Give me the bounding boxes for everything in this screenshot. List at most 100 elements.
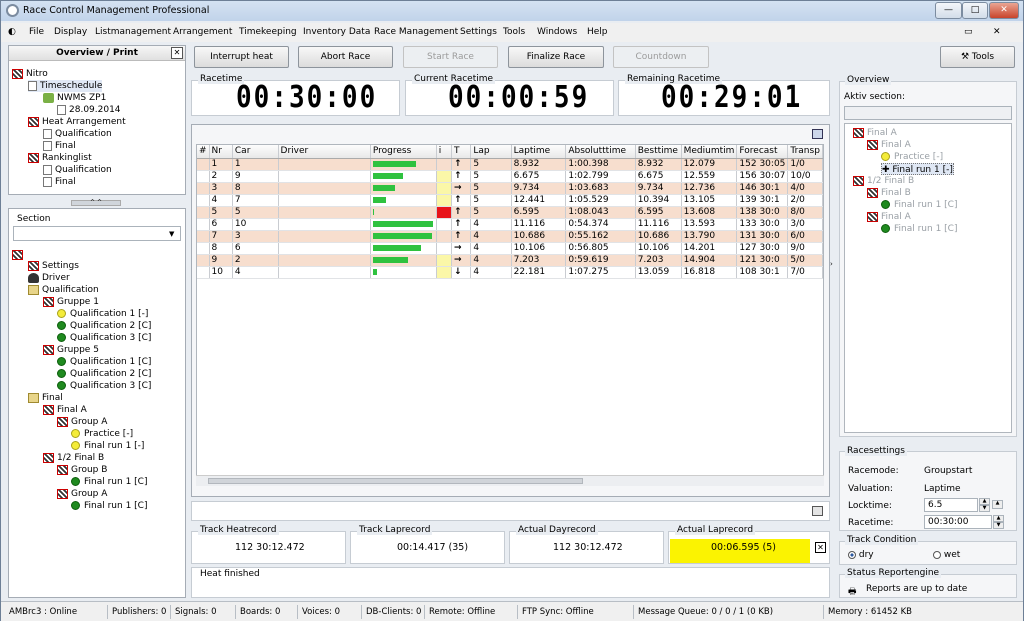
app-menu-icon[interactable]: ◐: [8, 27, 16, 37]
table-row[interactable]: 5 5 ↑ 5 6.595 1:08.043 6.595 13.608 138 30:0 8/0: [197, 206, 823, 219]
table-row[interactable]: 4 7 ↑ 5 12.441 1:05.529 10.394 13.105 139 30:1 2/…: [197, 194, 823, 207]
tree-item-final-a[interactable]: Final A: [43, 404, 87, 416]
ov-tree-final-a2[interactable]: Final A: [867, 211, 911, 223]
column-header[interactable]: Driver: [278, 145, 371, 159]
grid-icon[interactable]: [812, 506, 823, 516]
spin-up-icon[interactable]: ▲: [993, 515, 1004, 522]
tree-item-q3[interactable]: Qualification 3 [C]: [57, 332, 151, 344]
tree-item-qualification[interactable]: Qualification: [28, 284, 99, 296]
ov-tree-final-run1-selected[interactable]: ✚ Final run 1 [-]: [881, 163, 954, 175]
ov-tree-practice[interactable]: Practice [-]: [881, 151, 943, 163]
section-dropdown[interactable]: [13, 226, 181, 241]
racetime-input[interactable]: 00:30:00: [924, 515, 992, 529]
tree-item-rankinglist[interactable]: Rankinglist: [28, 152, 92, 164]
menu-race-management[interactable]: Race Management: [374, 27, 458, 37]
tree-item-group-b[interactable]: Group B: [57, 464, 107, 476]
close-panel-icon[interactable]: ✕: [171, 47, 183, 59]
table-row[interactable]: 9 2 → 4 7.203 0:59.619 7.203 14.904 121 30:0 5/0: [197, 254, 823, 267]
column-header[interactable]: i: [436, 145, 453, 159]
column-header[interactable]: Absolutttime: [565, 145, 636, 159]
tree-item-nitro[interactable]: Nitro: [12, 68, 48, 80]
interrupt-heat-button[interactable]: Interrupt heat: [194, 46, 289, 68]
column-header[interactable]: Besttime: [635, 145, 682, 159]
tree-item-half-final-b[interactable]: 1/2 Final B: [43, 452, 104, 464]
column-header[interactable]: Laptime: [511, 145, 567, 159]
menu-settings[interactable]: Settings: [460, 27, 497, 37]
table-row[interactable]: 10 4 ↓ 4 22.181 1:07.275 13.059 16.818 108 30:1 7…: [197, 266, 823, 279]
table-row[interactable]: 6 10 ↑ 4 11.116 0:54.374 11.116 13.593 133 30:0 3…: [197, 218, 823, 231]
tree-item-gruppe1[interactable]: Gruppe 1: [43, 296, 99, 308]
tree-item-date[interactable]: 28.09.2014: [57, 104, 121, 116]
close-window-button[interactable]: ✕: [989, 2, 1019, 19]
tree-item-ranking-final[interactable]: Final: [43, 176, 76, 188]
tree-item-b-final-run1[interactable]: Final run 1 [C]: [71, 476, 147, 488]
menu-arrangement[interactable]: Arrangement: [173, 27, 232, 37]
column-header[interactable]: Car: [232, 145, 279, 159]
scrollbar-thumb[interactable]: [208, 478, 583, 484]
abort-race-button[interactable]: Abort Race: [298, 46, 393, 68]
table-row[interactable]: 1 1 ↑ 5 8.932 1:00.398 8.932 12.079 152 30:05 1/0: [197, 158, 823, 171]
menu-timekeeping[interactable]: Timekeeping: [239, 27, 297, 37]
tree-item-q1[interactable]: Qualification 1 [-]: [57, 308, 148, 320]
column-header[interactable]: Nr: [209, 145, 233, 159]
tree-item-final-run1[interactable]: Final run 1 [-]: [71, 440, 144, 452]
locktime-input[interactable]: 6.5: [924, 498, 978, 512]
tree-item-practice[interactable]: Practice [-]: [71, 428, 133, 440]
column-header[interactable]: Progress: [370, 145, 437, 159]
column-header[interactable]: Lap: [470, 145, 512, 159]
tree-item-final[interactable]: Final: [28, 392, 63, 404]
start-race-button[interactable]: Start Race: [403, 46, 498, 68]
tree-item-timeschedule[interactable]: Timeschedule: [28, 80, 103, 92]
close-icon[interactable]: ✕: [815, 542, 826, 553]
ov-tree-a2-run1[interactable]: Final run 1 [C]: [881, 223, 957, 235]
menu-help[interactable]: Help: [587, 27, 608, 37]
countdown-button[interactable]: Countdown: [613, 46, 709, 68]
collapse-right-icon[interactable]: ›: [830, 260, 837, 272]
column-header[interactable]: Transp: [787, 145, 823, 159]
tree-item-driver[interactable]: Driver: [28, 272, 70, 284]
menu-display[interactable]: Display: [54, 27, 87, 37]
spin-down-icon[interactable]: ▼: [993, 522, 1004, 529]
table-row[interactable]: 7 3 ↑ 4 10.686 0:55.162 10.686 13.790 131 30:0 6/…: [197, 230, 823, 243]
tree-item-q2[interactable]: Qualification 2 [C]: [57, 320, 151, 332]
tree-item-qualification[interactable]: Qualification: [43, 128, 112, 140]
column-settings-icon[interactable]: [812, 129, 823, 139]
finalize-race-button[interactable]: Finalize Race: [508, 46, 604, 68]
tree-item-a-final-run1[interactable]: Final run 1 [C]: [71, 500, 147, 512]
column-header[interactable]: Mediumtim: [681, 145, 738, 159]
splitter-handle[interactable]: ^ ^: [71, 200, 121, 206]
tree-item-heat-arrangement[interactable]: Heat Arrangement: [28, 116, 126, 128]
restore-child-icon[interactable]: ▭: [964, 27, 973, 37]
tree-item-final[interactable]: Final: [43, 140, 76, 152]
spin-extra-icon[interactable]: ▲: [992, 500, 1003, 509]
table-row[interactable]: 3 8 → 5 9.734 1:03.683 9.734 12.736 146 30:1 4/0: [197, 182, 823, 195]
column-header[interactable]: Forecast: [736, 145, 789, 159]
ov-tree-final-a[interactable]: Final A: [853, 127, 897, 139]
tree-item-g5q2[interactable]: Qualification 2 [C]: [57, 368, 151, 380]
tree-item-g5q3[interactable]: Qualification 3 [C]: [57, 380, 151, 392]
ov-tree-half-final-b[interactable]: 1/2 Final B: [853, 175, 914, 187]
column-header[interactable]: #: [197, 145, 210, 159]
close-child-icon[interactable]: ✕: [993, 27, 1001, 37]
tree-item-ranking-qualification[interactable]: Qualification: [43, 164, 112, 176]
maximize-button[interactable]: □: [962, 2, 988, 19]
menu-inventory-data[interactable]: Inventory Data: [303, 27, 370, 37]
menu-tools[interactable]: Tools: [503, 27, 525, 37]
tree-item-group-a[interactable]: Group A: [57, 416, 107, 428]
ov-tree-final-b[interactable]: Final B: [867, 187, 911, 199]
dry-radio[interactable]: dry: [848, 550, 874, 560]
column-header[interactable]: T: [451, 145, 472, 159]
tree-item-gruppe5[interactable]: Gruppe 5: [43, 344, 99, 356]
table-row[interactable]: 2 9 ↑ 5 6.675 1:02.799 6.675 12.559 156 30:07 10/…: [197, 170, 823, 183]
spin-down-icon[interactable]: ▼: [979, 505, 990, 512]
table-row[interactable]: 8 6 → 4 10.106 0:56.805 10.106 14.201 127 30:0 9/…: [197, 242, 823, 255]
aktiv-section-field[interactable]: [844, 106, 1012, 120]
ov-tree-final-a-group[interactable]: Final A: [867, 139, 911, 151]
tools-button[interactable]: ⚒ Tools: [940, 46, 1015, 68]
horizontal-scrollbar[interactable]: [196, 475, 824, 486]
menu-file[interactable]: File: [29, 27, 44, 37]
menu-windows[interactable]: Windows: [537, 27, 577, 37]
wet-radio[interactable]: wet: [933, 550, 960, 560]
ov-tree-b-run1[interactable]: Final run 1 [C]: [881, 199, 957, 211]
minimize-button[interactable]: —: [935, 2, 962, 19]
